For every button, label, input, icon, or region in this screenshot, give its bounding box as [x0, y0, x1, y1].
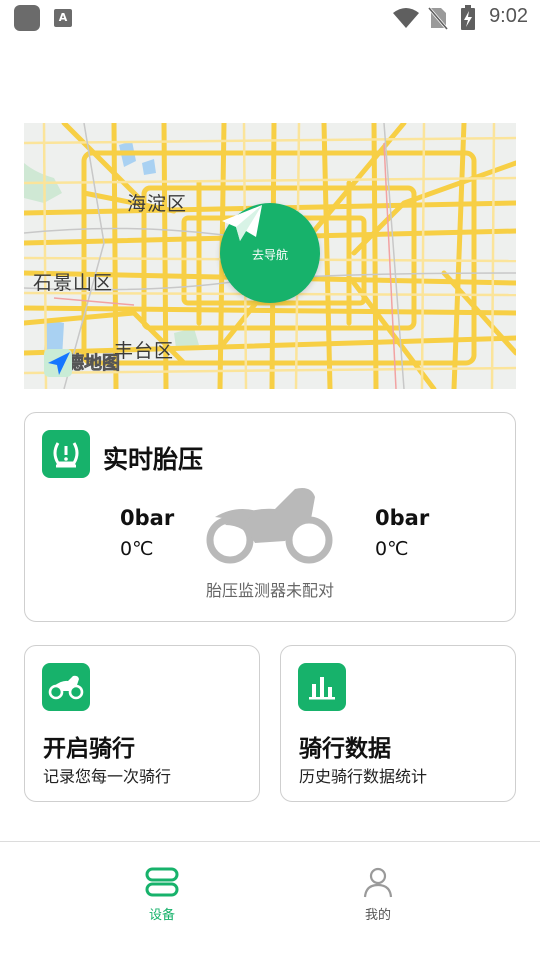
rear-tire-pressure: 0bar [375, 506, 430, 530]
motorcycle-icon [42, 663, 90, 711]
go-navigate-label: 去导航 [251, 247, 288, 262]
front-tire-temperature: 0℃ [120, 538, 154, 560]
nav-tab-mine[interactable]: 我的 [338, 866, 418, 923]
sensor-unpaired-status: 胎压监测器未配对 [205, 581, 334, 600]
amap-arrow-icon [44, 349, 72, 377]
wifi-icon [393, 8, 419, 28]
amap-logo: 高德地图 [44, 349, 120, 377]
tire-pressure-card[interactable]: 实时胎压 0bar 0℃ 0bar 0℃ 胎压监测器未配对 [24, 412, 516, 622]
bottom-navigation: 设备 我的 [0, 841, 540, 961]
map-label-shijingshan: 石景山区 [33, 273, 114, 294]
start-ride-card[interactable]: 开启骑行 记录您每一次骑行 [24, 645, 260, 802]
ride-data-card[interactable]: 骑行数据 历史骑行数据统计 [280, 645, 516, 802]
tire-pressure-title: 实时胎压 [103, 445, 204, 474]
rear-tire-temperature: 0℃ [375, 538, 409, 560]
nav-tab-device[interactable]: 设备 [122, 866, 202, 923]
start-ride-title: 开启骑行 [43, 736, 135, 762]
bar-chart-icon [298, 663, 346, 711]
paper-plane-icon [222, 205, 262, 241]
motorcycle-illustration [206, 488, 333, 564]
status-bar: A 9:02 [0, 0, 540, 36]
start-ride-subtitle: 记录您每一次骑行 [43, 767, 172, 786]
user-icon [363, 867, 393, 898]
tire-pressure-warning-icon [42, 430, 90, 478]
front-tire-pressure: 0bar [120, 506, 175, 530]
device-icon [145, 867, 179, 897]
map-view[interactable]: 海淀区 石景山区 丰台区 去导航 高德地图 [24, 123, 516, 389]
no-sim-icon [428, 7, 448, 30]
nav-tab-mine-label: 我的 [364, 908, 391, 923]
map-label-fengtai: 丰台区 [114, 341, 175, 362]
clock-time: 9:02 [489, 5, 528, 27]
map-label-haidian: 海淀区 [127, 194, 188, 215]
app-notification-icon [14, 5, 40, 31]
go-navigate-button[interactable]: 去导航 [220, 203, 320, 303]
battery-charging-icon [461, 5, 475, 30]
nav-tab-device-label: 设备 [148, 908, 175, 923]
accessibility-a-icon: A [54, 9, 72, 27]
ride-data-title: 骑行数据 [299, 736, 391, 762]
ride-data-subtitle: 历史骑行数据统计 [299, 767, 428, 786]
